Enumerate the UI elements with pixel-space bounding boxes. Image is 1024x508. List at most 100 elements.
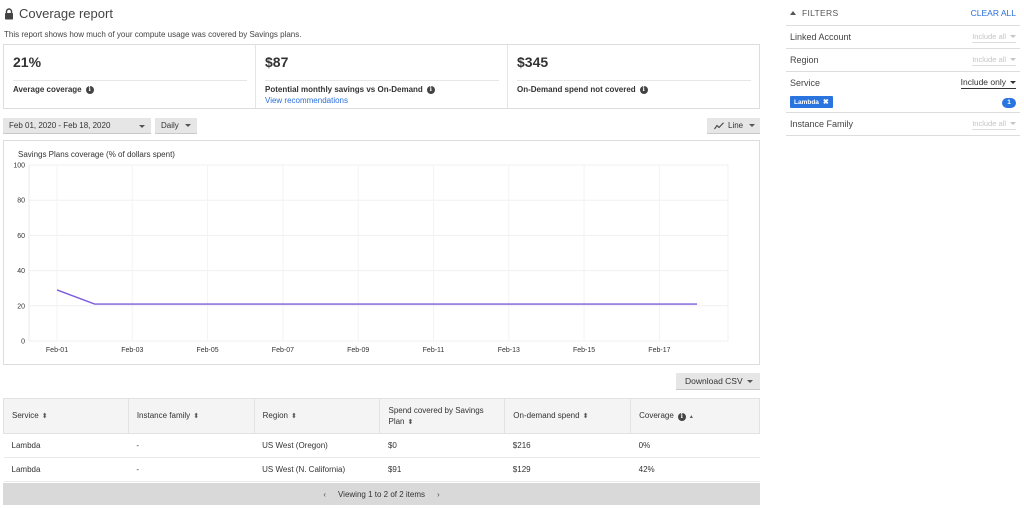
table-cell: $216 [504, 433, 631, 458]
filters-title: FILTERS [802, 7, 839, 18]
divider [13, 80, 247, 81]
table-row: Lambda - US West (Oregon) $0 $216 0% [3, 433, 760, 458]
table-cell: Lambda [3, 433, 129, 458]
column-header[interactable]: On-demand spend ⬍ [504, 398, 632, 434]
info-icon[interactable]: i [426, 85, 435, 94]
table-row: Lambda - US West (N. California) $91 $129 42% [3, 457, 760, 482]
next-page-icon[interactable]: › [437, 490, 440, 499]
column-header[interactable]: Spend covered by Savings Plan ⬍ [379, 398, 506, 434]
filter-mode-dropdown[interactable]: Include all [972, 32, 1016, 43]
x-tick-label: Feb-13 [498, 347, 520, 354]
filter-mode-dropdown[interactable]: Include all [972, 55, 1016, 66]
filters-header: FILTERS CLEAR ALL [786, 0, 1020, 26]
page-header: Coverage report [4, 6, 113, 21]
kpi-label-text: Average coverage [13, 85, 82, 94]
prev-page-icon[interactable]: ‹ [323, 490, 326, 499]
column-header-label: On-demand spend [513, 411, 580, 420]
table-cell: Lambda [3, 457, 129, 482]
kpi-label-text: On-Demand spend not covered [517, 85, 636, 94]
filter-mode-label: Include all [972, 54, 1006, 64]
filter-service: Service Include only Lambda ✖ 1 [786, 72, 1020, 113]
table-header-row: Service ⬍ Instance family ⬍ Region ⬍ Spend cov… [3, 398, 760, 434]
y-tick-label: 20 [17, 303, 25, 310]
coverage-table: Service ⬍ Instance family ⬍ Region ⬍ Spend cov… [3, 398, 760, 482]
x-tick-label: Feb-09 [347, 347, 369, 354]
filter-mode-dropdown[interactable]: Include all [972, 119, 1016, 130]
table-cell: 0% [630, 433, 760, 458]
filters-toggle[interactable]: FILTERS [790, 8, 838, 18]
column-header[interactable]: Instance family ⬍ [127, 398, 255, 434]
table-cell: $0 [379, 433, 505, 458]
coverage-report-main: Coverage report This report shows how mu… [0, 0, 770, 508]
filter-mode-label: Include all [972, 31, 1006, 41]
info-icon[interactable]: i [639, 85, 648, 94]
coverage-chart: Savings Plans coverage (% of dollars spe… [3, 140, 760, 365]
sort-icon[interactable]: ⬍ [583, 413, 589, 420]
clear-all-link[interactable]: CLEAR ALL [971, 8, 1016, 18]
view-recommendations-link[interactable]: View recommendations [265, 96, 348, 105]
divider [265, 80, 499, 81]
sort-icon[interactable]: ⬍ [408, 419, 414, 426]
page-title: Coverage report [19, 6, 113, 21]
column-header-label: Service [12, 411, 39, 420]
x-tick-label: Feb-03 [121, 347, 143, 354]
kpi-value: 21% [13, 54, 42, 70]
download-csv-button[interactable]: Download CSV [676, 373, 760, 390]
granularity-label: Daily [161, 121, 179, 130]
column-header[interactable]: Region ⬍ [253, 398, 381, 434]
x-tick-label: Feb-05 [197, 347, 219, 354]
caret-up-icon [790, 10, 796, 15]
filters-panel: FILTERS CLEAR ALL Linked Account Include… [786, 0, 1020, 136]
x-tick-label: Feb-11 [423, 347, 445, 354]
column-header-label: Coverage [639, 410, 674, 420]
kpi-value: $87 [265, 54, 289, 70]
y-tick-label: 100 [13, 163, 25, 170]
caret-down-icon [139, 125, 145, 128]
series-line-coverage [56, 289, 698, 305]
info-icon[interactable]: i [85, 85, 94, 94]
table-cell: US West (N. California) [254, 457, 380, 482]
filter-mode-label: Include only [960, 77, 1006, 87]
kpi-average-coverage: 21% Average coverage i [4, 45, 256, 108]
x-tick-label: Feb-01 [46, 347, 68, 354]
sort-ascending-icon[interactable]: ▲ [689, 414, 694, 420]
column-header[interactable]: Coverage i ▲ [630, 398, 760, 434]
kpi-label-text: Potential monthly savings vs On-Demand [265, 85, 423, 94]
table-cell: $129 [504, 457, 631, 482]
y-tick-label: 60 [17, 233, 25, 240]
table-cell: $91 [379, 457, 505, 482]
filter-instance-family: Instance Family Include all [786, 113, 1020, 136]
table-cell: 42% [630, 457, 760, 482]
granularity-dropdown[interactable]: Daily [155, 118, 197, 134]
kpi-label: On-Demand spend not covered i [517, 85, 648, 94]
lock-icon [5, 7, 13, 19]
filter-mode-label: Include all [972, 118, 1006, 128]
pagination-label: Viewing 1 to 2 of 2 items [337, 489, 425, 499]
table-cell: - [128, 457, 255, 482]
x-tick-label: Feb-07 [272, 347, 294, 354]
y-tick-label: 80 [17, 198, 25, 205]
kpi-ondemand-not-covered: $345 On-Demand spend not covered i [508, 45, 759, 108]
x-tick-label: Feb-17 [648, 347, 670, 354]
chart-type-dropdown[interactable]: Line [707, 118, 760, 134]
chart-type-label: Line [728, 121, 744, 130]
filter-linked-account: Linked Account Include all [786, 26, 1020, 49]
sort-icon[interactable]: ⬍ [193, 413, 199, 420]
filter-name: Linked Account [790, 32, 852, 42]
pagination: ‹ Viewing 1 to 2 of 2 items › [3, 483, 760, 505]
kpi-value: $345 [517, 54, 549, 70]
date-range-dropdown[interactable]: Feb 01, 2020 - Feb 18, 2020 [3, 118, 151, 134]
caret-down-icon [1010, 34, 1016, 38]
caret-down-icon [746, 379, 753, 383]
column-header[interactable]: Service ⬍ [3, 398, 129, 434]
caret-down-icon [1010, 57, 1016, 61]
remove-chip-icon[interactable]: ✖ [823, 98, 829, 106]
sort-icon[interactable]: ⬍ [42, 413, 48, 420]
info-icon[interactable]: i [677, 412, 686, 421]
y-tick-label: 40 [17, 268, 25, 275]
kpi-potential-savings: $87 Potential monthly savings vs On-Dema… [256, 45, 508, 108]
chip-label: Lambda [794, 98, 819, 106]
sort-icon[interactable]: ⬍ [291, 413, 297, 420]
divider [517, 80, 751, 81]
filter-mode-dropdown[interactable]: Include only [960, 77, 1016, 89]
